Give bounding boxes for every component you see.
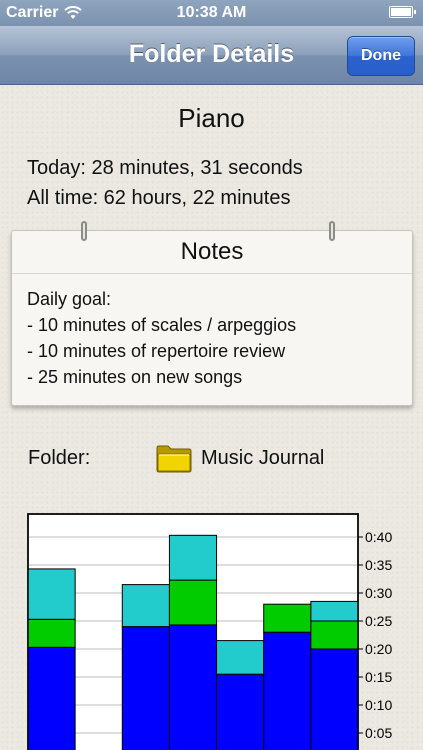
chart-bar-segment <box>310 648 359 750</box>
chart-tick-label: 0:10 <box>365 697 392 713</box>
chart-tick-label: 0:25 <box>365 613 392 629</box>
binder-ring-icon <box>81 221 87 241</box>
today-stat: Today: 28 minutes, 31 seconds <box>27 157 303 179</box>
binder-ring-icon <box>329 221 335 241</box>
chart-bar-segment <box>27 568 76 620</box>
notes-line: - 25 minutes on new songs <box>27 367 243 387</box>
folder-title: Piano <box>178 103 245 133</box>
notes-divider <box>12 273 412 274</box>
status-bar: Carrier 10:38 AM <box>0 0 423 26</box>
chart-bar-segment <box>310 600 359 622</box>
folder-value[interactable]: Music Journal <box>201 447 324 470</box>
chart-bar-segment <box>27 646 76 750</box>
notes-card[interactable]: Notes Daily goal: - 10 minutes of scales… <box>11 230 413 406</box>
chart-bar-segment <box>27 618 76 648</box>
chart-bar-segment <box>216 673 265 750</box>
chart-bar-segment <box>216 640 265 675</box>
notes-line: - 10 minutes of scales / arpeggios <box>27 315 297 335</box>
chart-tick-label: 0:20 <box>365 641 392 657</box>
chart-tick-label: 0:30 <box>365 585 392 601</box>
chart-bar-segment <box>168 579 218 626</box>
battery-icon <box>389 6 416 18</box>
chart-tick-label: 0:35 <box>365 557 392 573</box>
chart-bar-segment <box>310 620 359 650</box>
chart-bar-segment <box>168 624 218 750</box>
chart-tick-label: 0:40 <box>365 529 392 545</box>
chart-bar-segment <box>168 534 218 581</box>
chart-bar-segment <box>121 584 170 628</box>
folder-label: Folder: <box>28 447 91 469</box>
notes-title: Notes <box>180 238 244 265</box>
notes-line: - 10 minutes of repertoire review <box>27 341 286 361</box>
practice-chart: 0:05 0:10 0:15 0:20 0:25 0:30 0:35 0:40 <box>27 513 392 750</box>
chart-tick-label: 0:05 <box>365 725 392 741</box>
chart-bar-segment <box>121 626 170 750</box>
status-time: 10:38 AM <box>176 4 247 21</box>
chart-bar-segment <box>263 603 312 633</box>
chart-bar-segment <box>263 631 312 750</box>
done-button[interactable]: Done <box>347 36 415 76</box>
all-time-stat: All time: 62 hours, 22 minutes <box>27 187 291 209</box>
folder-icon[interactable] <box>156 443 192 473</box>
nav-bar: Folder Details Done <box>0 26 423 85</box>
notes-line: Daily goal: <box>27 289 112 309</box>
notes-body: Daily goal: - 10 minutes of scales / arp… <box>27 286 296 390</box>
chart-tick-label: 0:15 <box>365 669 392 685</box>
